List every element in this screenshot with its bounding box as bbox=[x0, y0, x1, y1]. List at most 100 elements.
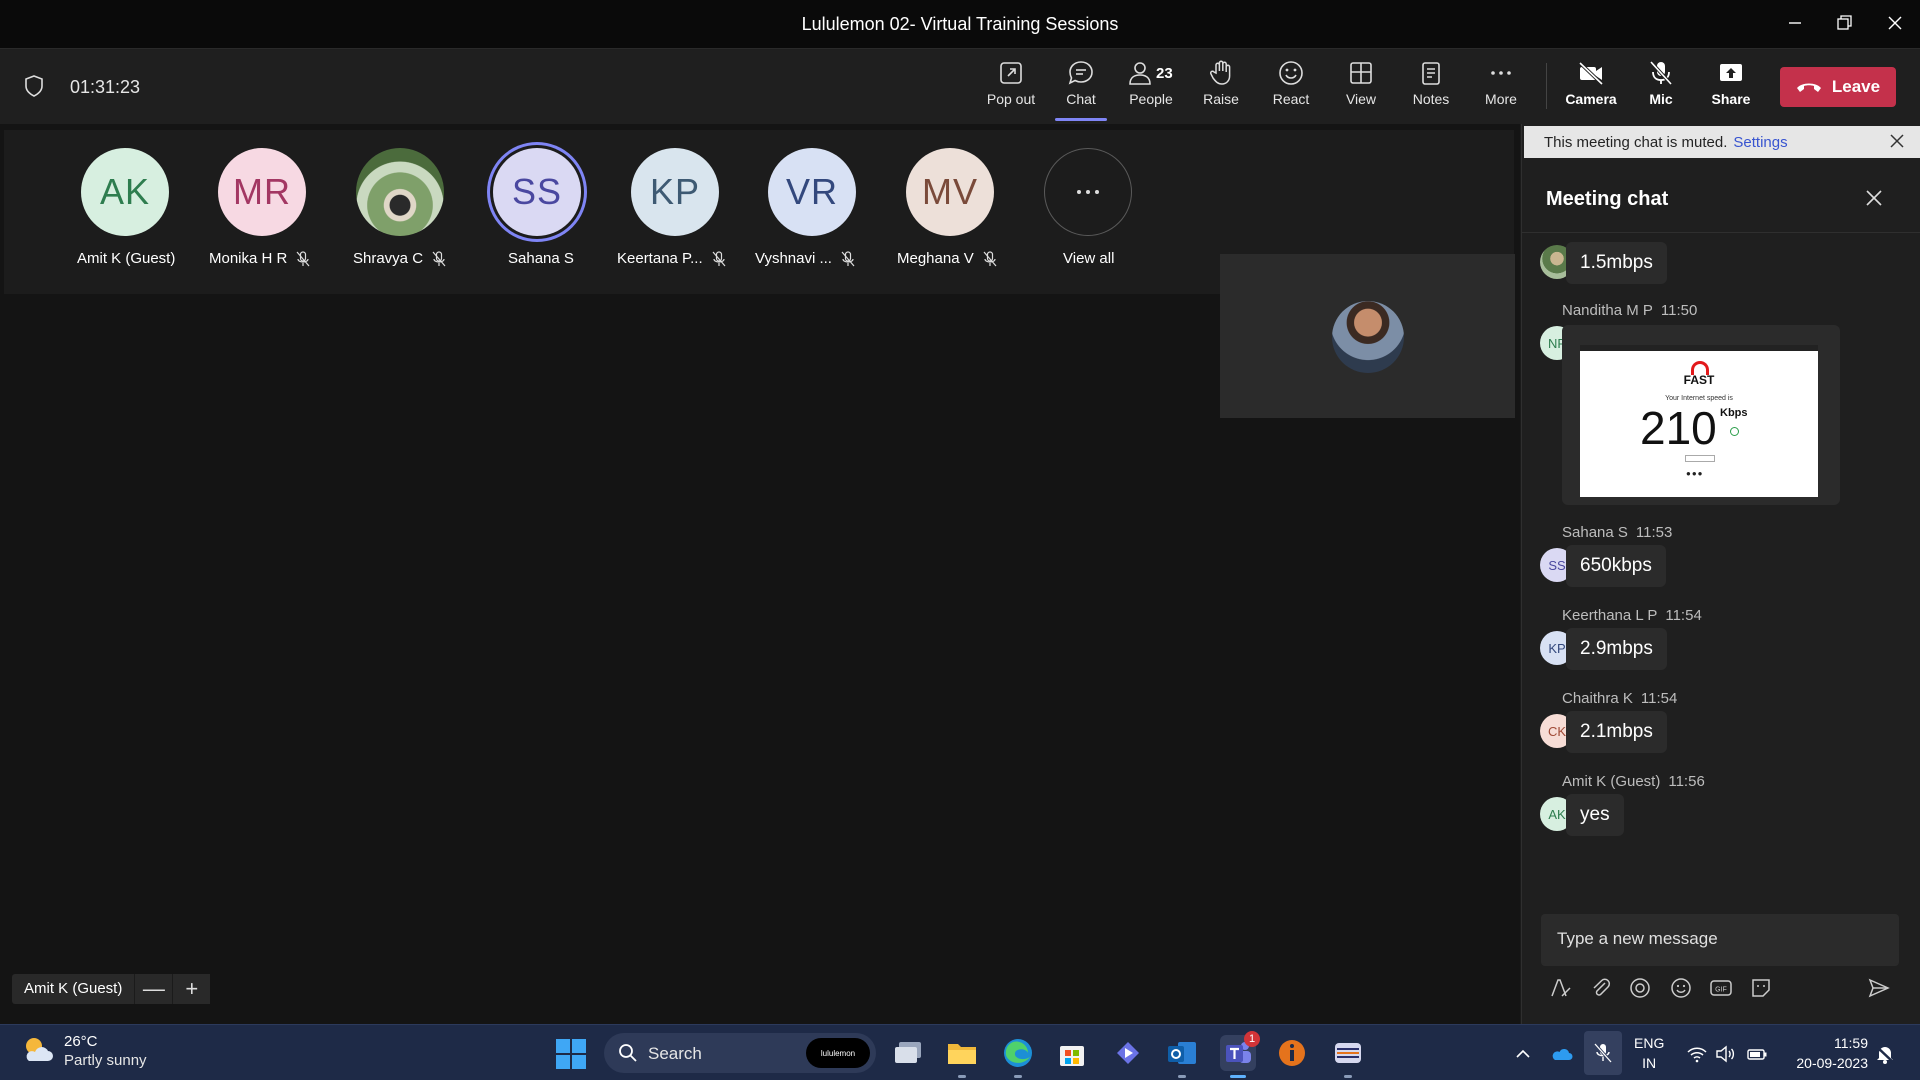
message-meta: Sahana S 11:53 bbox=[1562, 524, 1672, 541]
participant-avatar-sahana[interactable]: SS bbox=[493, 148, 581, 236]
mic-button[interactable]: Mic bbox=[1628, 59, 1694, 117]
participant-name-label: Keertana P... bbox=[617, 250, 703, 267]
taskbar-task-view[interactable] bbox=[890, 1035, 926, 1071]
start-button[interactable] bbox=[556, 1039, 586, 1069]
speed-value: 210 bbox=[1640, 402, 1717, 454]
message-bubble: yes bbox=[1566, 794, 1624, 836]
message-image-bubble[interactable]: FAST Your Internet speed is 210 Kbps ●●● bbox=[1562, 325, 1840, 505]
check-icon bbox=[1730, 427, 1739, 436]
attach-icon[interactable] bbox=[1589, 976, 1613, 1000]
view-button[interactable]: View bbox=[1328, 59, 1394, 117]
system-clock[interactable]: 11:59 20-09-2023 bbox=[1786, 1033, 1868, 1073]
language-code: ENG bbox=[1634, 1035, 1665, 1051]
toolbar-divider bbox=[1546, 63, 1547, 109]
participant-name-shravya: Shravya C bbox=[353, 250, 447, 267]
close-icon[interactable] bbox=[1888, 132, 1906, 150]
notes-label: Notes bbox=[1412, 91, 1450, 107]
taskbar-orange-app[interactable] bbox=[1274, 1035, 1310, 1071]
notes-button[interactable]: Notes bbox=[1398, 59, 1464, 117]
participant-avatar-amit[interactable]: AK bbox=[81, 148, 169, 236]
share-button[interactable]: Share bbox=[1698, 59, 1764, 117]
teams-notification-badge: 1 bbox=[1244, 1031, 1260, 1047]
volume-icon[interactable] bbox=[1714, 1043, 1736, 1065]
leave-button[interactable]: Leave bbox=[1780, 67, 1896, 107]
region-code: IN bbox=[1642, 1055, 1657, 1071]
more-button[interactable]: More bbox=[1468, 59, 1534, 117]
participant-name-amit: Amit K (Guest) bbox=[77, 250, 175, 267]
people-button[interactable]: 23 People bbox=[1118, 59, 1184, 117]
mic-off-icon bbox=[841, 250, 855, 266]
taskbar-store[interactable] bbox=[1054, 1035, 1090, 1071]
windows-taskbar: 26°C Partly sunny Search lululemon 1 ENG… bbox=[0, 1024, 1920, 1080]
chevron-up-icon[interactable] bbox=[1512, 1043, 1534, 1065]
language-indicator[interactable]: ENG IN bbox=[1634, 1033, 1664, 1073]
taskbar-search[interactable]: Search lululemon bbox=[604, 1033, 876, 1073]
settings-link[interactable]: Settings bbox=[1733, 134, 1787, 151]
taskbar-clipchamp[interactable] bbox=[1110, 1035, 1146, 1071]
restore-button[interactable] bbox=[1822, 8, 1868, 38]
participant-name-label: Vyshnavi ... bbox=[755, 250, 832, 267]
share-screen-icon bbox=[1720, 64, 1742, 81]
participant-avatar-vyshnavi[interactable]: VR bbox=[768, 148, 856, 236]
participant-name-label: Monika H R bbox=[209, 250, 288, 267]
zoom-in-button[interactable]: + bbox=[172, 974, 211, 1004]
mic-off-icon bbox=[1649, 60, 1673, 86]
message-author: Chaithra K bbox=[1562, 690, 1633, 707]
popout-button[interactable]: Pop out bbox=[978, 59, 1044, 117]
loop-icon[interactable] bbox=[1628, 976, 1652, 1000]
close-chat-icon[interactable] bbox=[1864, 188, 1884, 208]
message-meta: Nanditha M P 11:50 bbox=[1562, 302, 1697, 319]
speedtest-screenshot: FAST Your Internet speed is 210 Kbps ●●● bbox=[1580, 345, 1818, 497]
participant-name-label: Amit K (Guest) bbox=[77, 250, 176, 267]
camera-button[interactable]: Camera bbox=[1558, 59, 1624, 117]
popout-icon bbox=[1000, 62, 1022, 84]
minimize-button[interactable] bbox=[1772, 8, 1818, 38]
participant-name-meghana: Meghana V bbox=[897, 250, 998, 267]
taskbar-edge[interactable] bbox=[1000, 1035, 1036, 1078]
sticker-icon[interactable] bbox=[1749, 976, 1773, 1000]
close-window-button[interactable] bbox=[1872, 8, 1918, 38]
notification-bell-icon[interactable] bbox=[1874, 1043, 1896, 1065]
taskbar-teams[interactable]: 1 bbox=[1220, 1031, 1260, 1078]
view-all-text: View all bbox=[1063, 250, 1115, 267]
participant-avatar-keertana[interactable]: KP bbox=[631, 148, 719, 236]
participant-avatar-meghana[interactable]: MV bbox=[906, 148, 994, 236]
search-icon bbox=[619, 1044, 637, 1062]
battery-icon[interactable] bbox=[1746, 1043, 1768, 1065]
raise-hand-button[interactable]: Raise bbox=[1188, 59, 1254, 117]
message-time: 11:56 bbox=[1668, 773, 1705, 790]
meeting-timer: 01:31:23 bbox=[70, 77, 141, 97]
message-input[interactable] bbox=[1541, 914, 1899, 964]
react-button[interactable]: React bbox=[1258, 59, 1324, 117]
wifi-icon[interactable] bbox=[1686, 1043, 1708, 1065]
self-video-tile[interactable] bbox=[1220, 254, 1515, 418]
mic-off-icon bbox=[296, 250, 310, 266]
view-all-button[interactable] bbox=[1044, 148, 1132, 236]
weather-widget[interactable]: 26°C Partly sunny bbox=[20, 1033, 147, 1069]
taskbar-outlook[interactable] bbox=[1164, 1035, 1200, 1078]
taskbar-sublime[interactable] bbox=[1330, 1035, 1366, 1078]
chat-button[interactable]: Chat bbox=[1048, 59, 1114, 121]
people-label: People bbox=[1129, 91, 1173, 107]
minimize-icon bbox=[1789, 22, 1801, 24]
leave-label: Leave bbox=[1831, 77, 1881, 96]
format-icon[interactable] bbox=[1548, 976, 1572, 1000]
send-icon[interactable] bbox=[1867, 976, 1891, 1000]
gif-icon[interactable]: GIF bbox=[1709, 976, 1733, 1000]
popout-label: Pop out bbox=[986, 91, 1036, 107]
meeting-toolbar: 01:31:23 Pop out Chat 23 People Raise Re… bbox=[0, 49, 1920, 124]
shield-icon[interactable] bbox=[24, 75, 44, 97]
mic-off-icon bbox=[983, 250, 997, 266]
emoji-icon[interactable] bbox=[1669, 976, 1693, 1000]
info-app-icon bbox=[1279, 1040, 1305, 1066]
participant-avatar-shravya[interactable] bbox=[356, 148, 444, 236]
zoom-out-button[interactable]: — bbox=[134, 974, 173, 1004]
taskbar-file-explorer[interactable] bbox=[944, 1035, 980, 1078]
screenshot-browser-bar bbox=[1580, 345, 1818, 351]
participant-avatar-monika[interactable]: MR bbox=[218, 148, 306, 236]
onedrive-icon[interactable] bbox=[1551, 1043, 1573, 1065]
people-icon bbox=[1129, 62, 1151, 85]
speaker-name: Amit K (Guest) bbox=[12, 974, 135, 1004]
tray-mic-muted[interactable] bbox=[1584, 1031, 1622, 1075]
react-label: React bbox=[1272, 91, 1310, 107]
